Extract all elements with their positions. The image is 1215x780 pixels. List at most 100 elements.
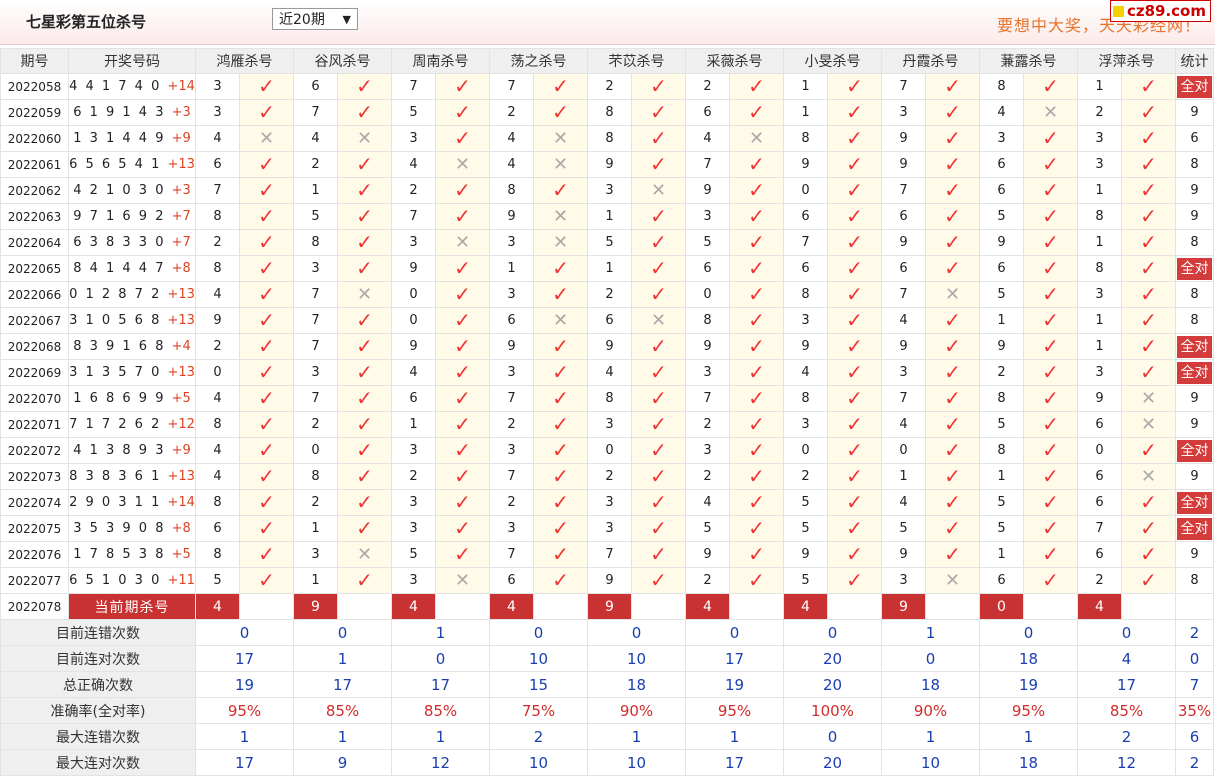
draw-numbers-cell: 3 1 3 5 7 0 +13 [68,359,196,386]
summary-value: 1 [195,723,294,750]
result-mark-cell: ✓ [1023,177,1078,204]
cross-icon: ✕ [1140,413,1157,435]
check-icon: ✓ [944,360,961,384]
result-mark-cell: ✕ [631,177,686,204]
kill-number-cell: 2 [391,463,436,490]
period-range-select[interactable]: 近20期 ▼ [272,8,358,30]
kill-number-cell: 4 [293,125,338,152]
all-correct-badge: 全对 [1177,361,1212,384]
draw-numbers-cell: 6 3 8 3 3 0 +7 [68,229,196,256]
current-period-cell: 2022078 [0,593,69,620]
kill-number-cell: 4 [195,281,240,308]
kill-number-cell: 6 [195,151,240,178]
check-icon: ✓ [944,464,961,488]
result-mark-cell: ✓ [1121,541,1176,568]
period-cell: 2022068 [0,333,69,360]
header-row: 期号 开奖号码 鸿雁杀号 谷风杀号 周南杀号 荡之杀号 芣苡杀号 采薇杀号 小旻杀号 丹霞杀号 蒹露… [0,48,1214,74]
check-icon: ✓ [944,152,961,176]
result-mark-cell: ✓ [1023,151,1078,178]
kill-number-cell: 6 [979,567,1024,594]
check-icon: ✓ [1140,542,1157,566]
cross-icon: ✕ [356,543,373,565]
summary-value: 0 [783,619,882,646]
result-mark-cell: ✓ [337,437,392,464]
kill-number-cell: 4 [783,359,828,386]
kill-number-cell: 9 [783,151,828,178]
kill-number-cell: 5 [685,515,730,542]
draw-numbers-cell: 0 1 2 8 7 2 +13 [68,281,196,308]
result-mark-cell: ✓ [729,73,784,100]
check-icon: ✓ [258,282,275,306]
empty-cell [1121,593,1176,620]
stat-cell: 8 [1175,281,1214,308]
check-icon: ✓ [650,126,667,150]
result-mark-cell: ✓ [435,203,490,230]
check-icon: ✓ [944,74,961,98]
result-mark-cell: ✓ [631,489,686,516]
kill-number-cell: 2 [195,333,240,360]
summary-label: 目前连错次数 [0,619,196,646]
summary-value: 75% [489,697,588,724]
check-icon: ✓ [258,438,275,462]
check-icon: ✓ [1140,334,1157,358]
kill-number-cell: 7 [881,73,926,100]
summary-value: 0 [783,723,882,750]
kill-number-cell: 5 [783,515,828,542]
kill-number-cell: 3 [489,515,534,542]
check-icon: ✓ [258,516,275,540]
check-icon: ✓ [650,542,667,566]
kill-number-cell: 3 [783,307,828,334]
table-row: 2022076 1 7 8 5 3 8 +5 8 ✓ 3 ✕ 5 ✓ 7 ✓ 7 ✓ 9 ✓ 9 ✓ 9 ✓ 1 ✓ 6… [0,541,1214,568]
result-mark-cell: ✓ [239,177,294,204]
current-kill-number: 4 [1077,593,1122,620]
kill-number-cell: 1 [587,255,632,282]
check-icon: ✓ [846,126,863,150]
result-mark-cell: ✓ [729,385,784,412]
check-icon: ✓ [356,464,373,488]
check-icon: ✓ [748,386,765,410]
kill-number-cell: 8 [783,385,828,412]
kill-number-cell: 8 [979,73,1024,100]
table-row: 2022074 2 9 0 3 1 1 +14 8 ✓ 2 ✓ 3 ✓ 2 ✓ 3 ✓ 4 ✓ 5 ✓ 4 ✓ 5 ✓… [0,489,1214,516]
summary-label: 目前连对次数 [0,645,196,672]
period-cell: 2022074 [0,489,69,516]
period-cell: 2022064 [0,229,69,256]
check-icon: ✓ [1042,152,1059,176]
result-mark-cell: ✓ [631,73,686,100]
summary-value: 18 [587,671,686,698]
table-row: 2022067 3 1 0 5 6 8 +13 9 ✓ 7 ✓ 0 ✓ 6 ✕ 6 ✕ 8 ✓ 3 ✓ 4 ✓ 1 ✓… [0,307,1214,334]
check-icon: ✓ [1140,516,1157,540]
check-icon: ✓ [454,516,471,540]
result-mark-cell: ✓ [1023,73,1078,100]
kill-number-cell: 2 [489,99,534,126]
check-icon: ✓ [258,308,275,332]
summary-value: 1 [881,723,980,750]
check-icon: ✓ [944,490,961,514]
check-icon: ✓ [650,334,667,358]
check-icon: ✓ [552,360,569,384]
kill-number-cell: 2 [685,73,730,100]
period-cell: 2022069 [0,359,69,386]
cross-icon: ✕ [552,205,569,227]
result-mark-cell: ✓ [827,281,882,308]
result-mark-cell: ✕ [631,307,686,334]
check-icon: ✓ [552,464,569,488]
summary-value: 17 [195,645,294,672]
kill-number-cell: 9 [391,255,436,282]
kill-number-cell: 6 [1077,489,1122,516]
table-row: 2022058 4 4 1 7 4 0 +14 3 ✓ 6 ✓ 7 ✓ 7 ✓ 2 ✓ 2 ✓ 1 ✓ 7 ✓ 8 ✓… [0,73,1214,100]
check-icon: ✓ [1042,204,1059,228]
draw-bonus: +4 [171,339,191,354]
kill-number-cell: 2 [1077,99,1122,126]
summary-value: 85% [1077,697,1176,724]
draw-numbers-cell: 2 9 0 3 1 1 +14 [68,489,196,516]
site-logo[interactable]: cz89.com [1109,0,1211,22]
kill-number-cell: 3 [293,541,338,568]
kill-number-cell: 1 [391,411,436,438]
kill-number-cell: 0 [293,437,338,464]
result-mark-cell: ✓ [1023,281,1078,308]
summary-value: 1 [293,723,392,750]
stat-cell: 6 [1175,125,1214,152]
result-mark-cell: ✓ [1121,333,1176,360]
check-icon: ✓ [846,178,863,202]
